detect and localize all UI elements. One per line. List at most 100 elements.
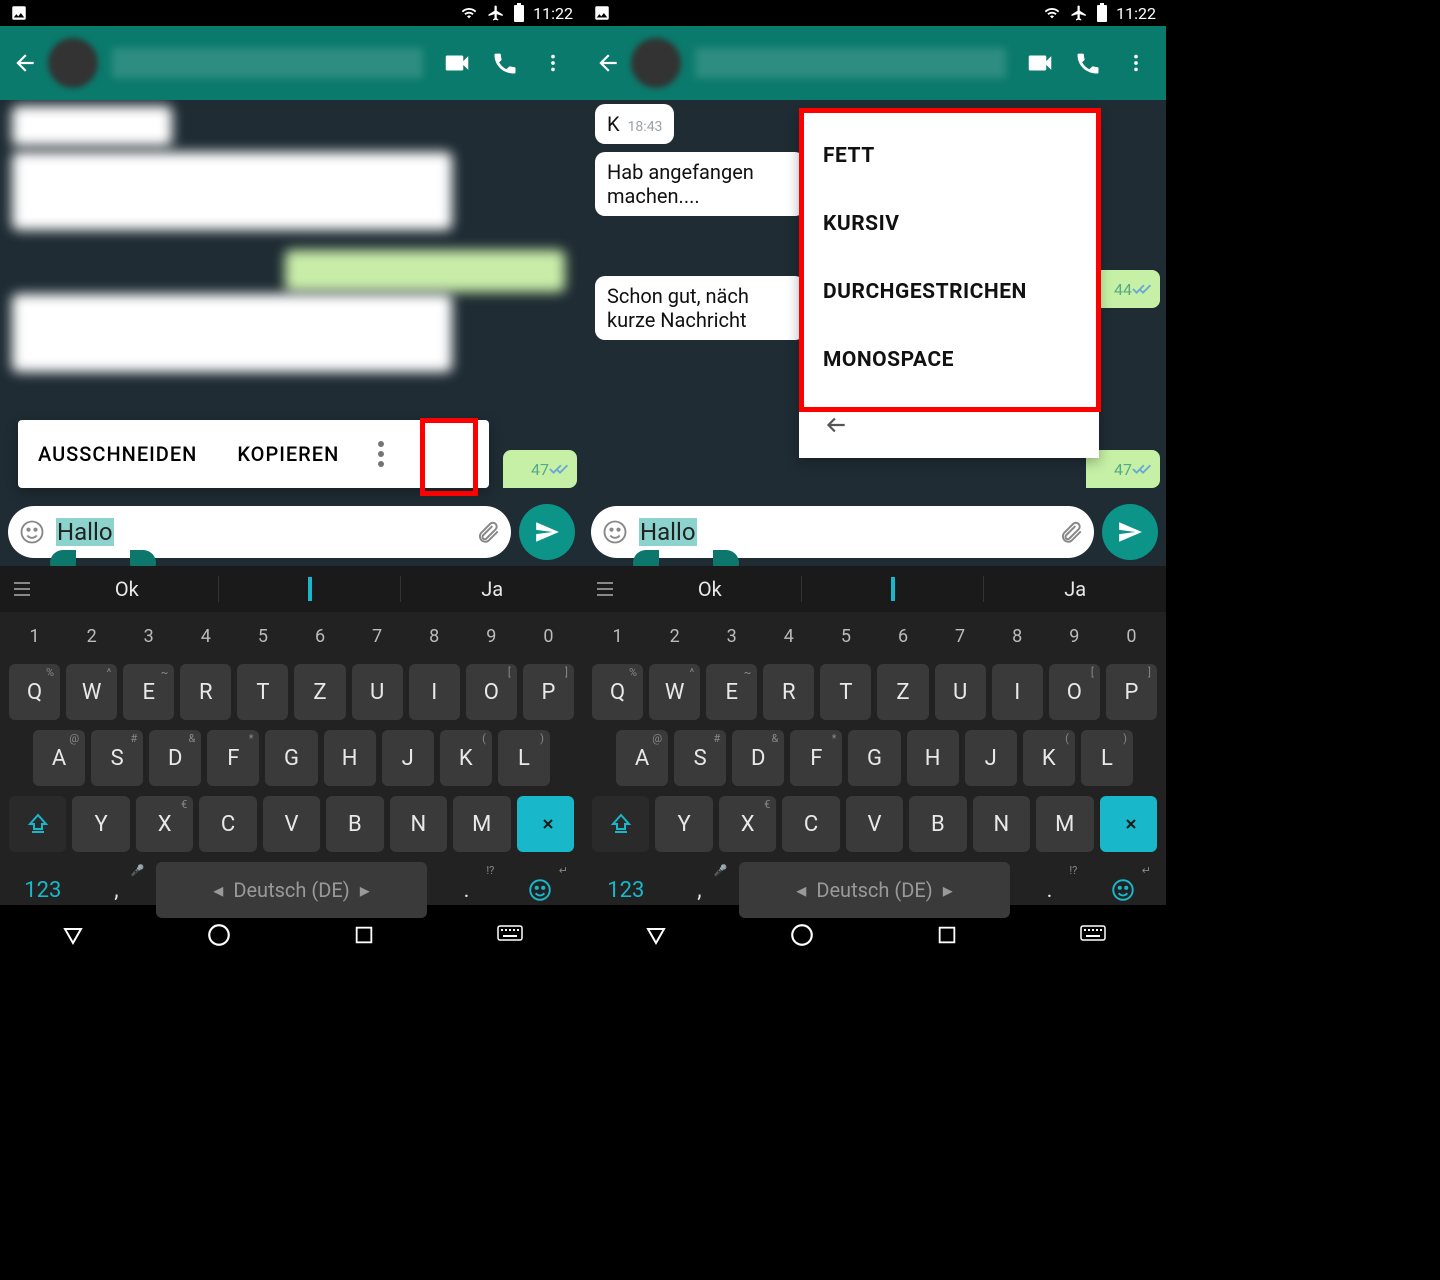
- key-O[interactable]: O[: [1049, 664, 1100, 720]
- key-1[interactable]: 1: [9, 618, 60, 654]
- format-mono[interactable]: MONOSPACE: [799, 326, 1099, 394]
- key-J[interactable]: J: [965, 730, 1017, 786]
- key-B[interactable]: B: [909, 796, 966, 852]
- voice-call-button[interactable]: [485, 43, 525, 83]
- message-bubble[interactable]: Hab angefangen machen....: [595, 152, 805, 216]
- key-6[interactable]: 6: [877, 618, 928, 654]
- key-2[interactable]: 2: [66, 618, 117, 654]
- key-Q[interactable]: Q%: [9, 664, 60, 720]
- nav-keyboard[interactable]: [1078, 920, 1108, 950]
- voice-call-button[interactable]: [1068, 43, 1108, 83]
- format-menu-back[interactable]: [799, 394, 1099, 448]
- numbers-key[interactable]: 123: [592, 862, 660, 918]
- key-C[interactable]: C: [782, 796, 839, 852]
- key-Y[interactable]: Y: [655, 796, 712, 852]
- nav-back[interactable]: [641, 920, 671, 950]
- suggestion-1[interactable]: Ok: [36, 577, 218, 601]
- message-input[interactable]: Hallo: [591, 506, 1094, 558]
- key-0[interactable]: 0: [1106, 618, 1157, 654]
- space-key[interactable]: ◂Deutsch (DE)▸: [739, 862, 1010, 918]
- key-D[interactable]: D&: [732, 730, 784, 786]
- attachment-icon[interactable]: [475, 519, 501, 545]
- format-italic[interactable]: KURSIV: [799, 190, 1099, 258]
- key-F[interactable]: F*: [207, 730, 259, 786]
- emoji-icon[interactable]: [601, 518, 629, 546]
- key-5[interactable]: 5: [820, 618, 871, 654]
- selection-handle-right[interactable]: [713, 550, 739, 566]
- suggestion-cursor[interactable]: [219, 577, 401, 601]
- key-L[interactable]: L): [498, 730, 550, 786]
- selection-handle-left[interactable]: [633, 550, 659, 566]
- key-9[interactable]: 9: [466, 618, 517, 654]
- key-C[interactable]: C: [199, 796, 256, 852]
- suggestion-2[interactable]: Ja: [401, 577, 583, 601]
- key-V[interactable]: V: [263, 796, 320, 852]
- backspace-key[interactable]: [517, 796, 574, 852]
- contact-name[interactable]: [695, 48, 1006, 78]
- key-X[interactable]: X€: [136, 796, 193, 852]
- nav-keyboard[interactable]: [495, 920, 525, 950]
- cut-action[interactable]: AUSSCHNEIDEN: [18, 442, 217, 466]
- key-Y[interactable]: Y: [72, 796, 129, 852]
- key-T[interactable]: T: [820, 664, 871, 720]
- emoji-key[interactable]: ↵: [506, 862, 574, 918]
- more-menu-button[interactable]: [1116, 43, 1156, 83]
- key-0[interactable]: 0: [523, 618, 574, 654]
- key-T[interactable]: T: [237, 664, 288, 720]
- message-bubble[interactable]: Schon gut, näch kurze Nachricht: [595, 276, 805, 340]
- message-input[interactable]: Hallo: [8, 506, 511, 558]
- back-button[interactable]: [10, 48, 40, 78]
- back-button[interactable]: [593, 48, 623, 78]
- comma-key[interactable]: 🎤,: [83, 862, 151, 918]
- key-J[interactable]: J: [382, 730, 434, 786]
- suggestions-menu-icon[interactable]: [0, 582, 36, 596]
- key-L[interactable]: L): [1081, 730, 1133, 786]
- key-R[interactable]: R: [763, 664, 814, 720]
- key-3[interactable]: 3: [123, 618, 174, 654]
- key-Z[interactable]: Z: [294, 664, 345, 720]
- key-2[interactable]: 2: [649, 618, 700, 654]
- period-key[interactable]: !?.: [433, 862, 501, 918]
- key-F[interactable]: F*: [790, 730, 842, 786]
- avatar[interactable]: [631, 38, 681, 88]
- key-5[interactable]: 5: [237, 618, 288, 654]
- key-S[interactable]: S#: [674, 730, 726, 786]
- key-M[interactable]: M: [1036, 796, 1093, 852]
- key-7[interactable]: 7: [935, 618, 986, 654]
- period-key[interactable]: !?.: [1016, 862, 1084, 918]
- key-Z[interactable]: Z: [877, 664, 928, 720]
- comma-key[interactable]: 🎤,: [666, 862, 734, 918]
- selection-handle-right[interactable]: [130, 550, 156, 566]
- send-button[interactable]: [1102, 504, 1158, 560]
- suggestion-1[interactable]: Ok: [619, 577, 801, 601]
- space-key[interactable]: ◂Deutsch (DE)▸: [156, 862, 427, 918]
- avatar[interactable]: [48, 38, 98, 88]
- key-8[interactable]: 8: [409, 618, 460, 654]
- key-9[interactable]: 9: [1049, 618, 1100, 654]
- key-D[interactable]: D&: [149, 730, 201, 786]
- key-B[interactable]: B: [326, 796, 383, 852]
- key-U[interactable]: U: [935, 664, 986, 720]
- key-E[interactable]: E~: [706, 664, 757, 720]
- nav-home[interactable]: [204, 920, 234, 950]
- nav-back[interactable]: [58, 920, 88, 950]
- key-H[interactable]: H: [324, 730, 376, 786]
- nav-home[interactable]: [787, 920, 817, 950]
- nav-recent[interactable]: [932, 920, 962, 950]
- nav-recent[interactable]: [349, 920, 379, 950]
- backspace-key[interactable]: [1100, 796, 1157, 852]
- key-A[interactable]: A@: [33, 730, 85, 786]
- shift-key[interactable]: [592, 796, 649, 852]
- key-Q[interactable]: Q%: [592, 664, 643, 720]
- more-actions-button[interactable]: [359, 441, 403, 467]
- key-S[interactable]: S#: [91, 730, 143, 786]
- key-N[interactable]: N: [973, 796, 1030, 852]
- key-3[interactable]: 3: [706, 618, 757, 654]
- key-V[interactable]: V: [846, 796, 903, 852]
- key-6[interactable]: 6: [294, 618, 345, 654]
- key-U[interactable]: U: [352, 664, 403, 720]
- key-W[interactable]: W^: [66, 664, 117, 720]
- key-H[interactable]: H: [907, 730, 959, 786]
- key-1[interactable]: 1: [592, 618, 643, 654]
- key-4[interactable]: 4: [763, 618, 814, 654]
